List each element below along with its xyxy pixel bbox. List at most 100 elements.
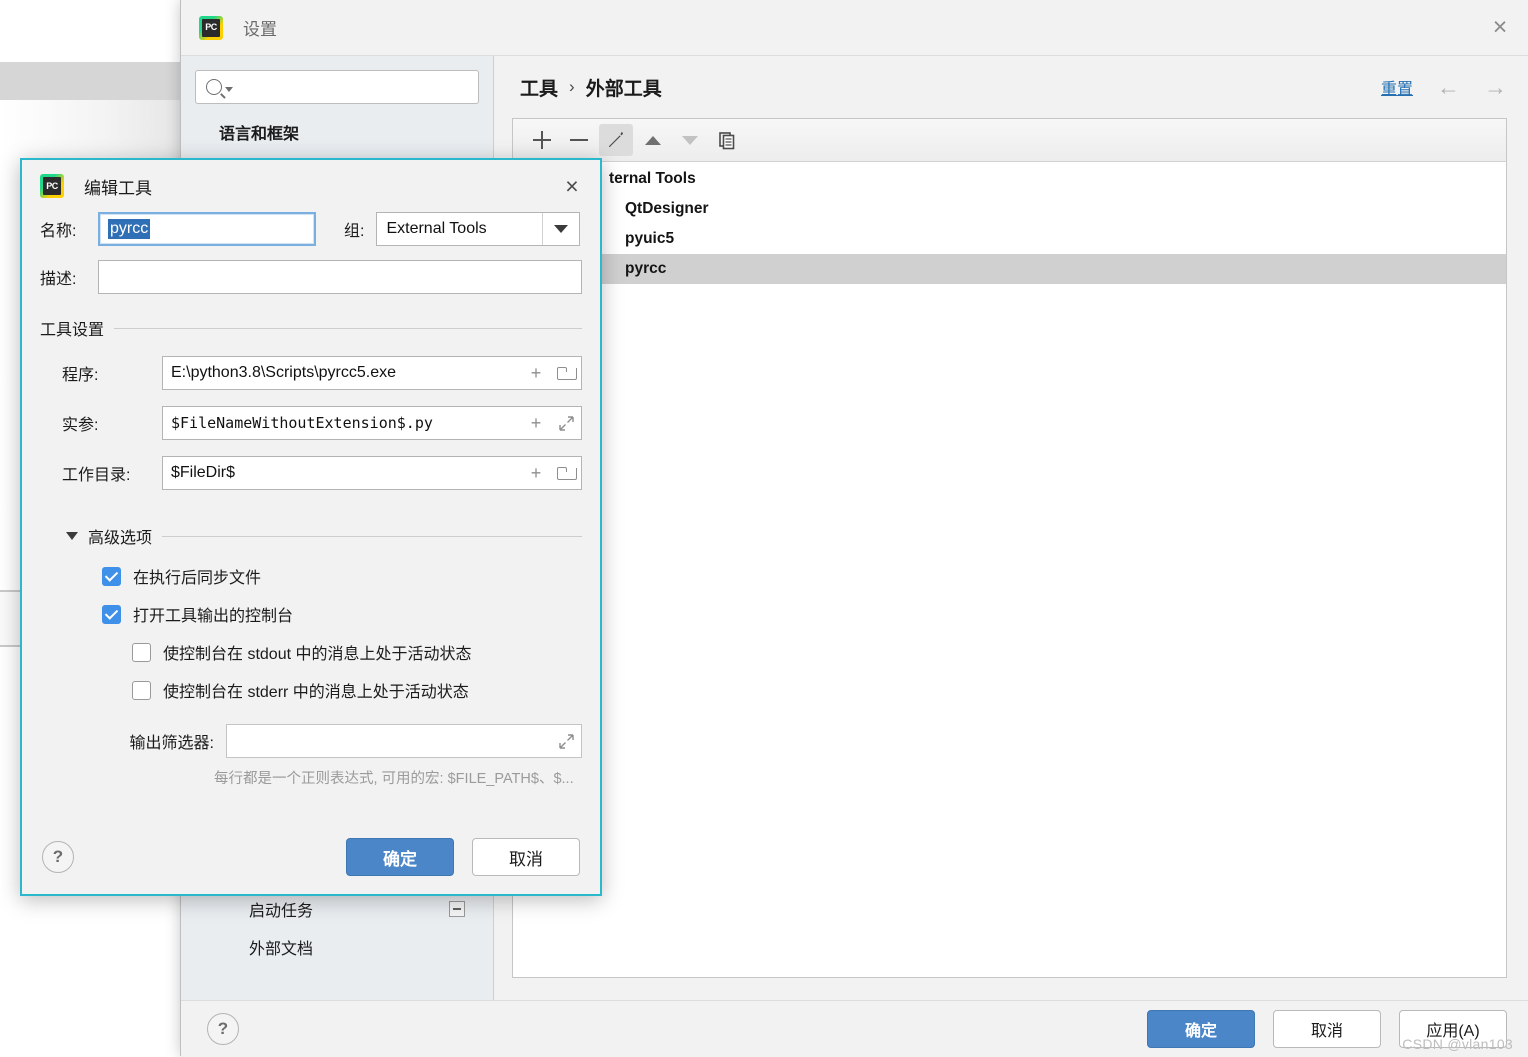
checkbox-row-open-console[interactable]: 打开工具输出的控制台 <box>40 602 582 626</box>
output-filter-row: 输出筛选器: <box>40 724 582 758</box>
minus-icon <box>570 131 588 149</box>
group-label: 组: <box>344 223 365 240</box>
ok-button[interactable]: 确定 <box>1147 1010 1255 1048</box>
working-directory-row: 工作目录: $FileDir$ + <box>40 456 582 490</box>
name-row: 名称: pyrcc 组: External Tools <box>40 212 582 246</box>
checkbox-open-console[interactable] <box>102 604 121 624</box>
checkbox-row-sync-files[interactable]: 在执行后同步文件 <box>40 564 582 588</box>
breadcrumb: 工具 › 外部工具 <box>520 74 662 101</box>
move-up-button[interactable] <box>636 124 670 156</box>
chevron-down-icon[interactable] <box>542 213 580 245</box>
working-directory-input-value: $FileDir$ <box>171 464 236 481</box>
forward-arrow-icon[interactable]: → <box>1484 75 1507 99</box>
description-input[interactable] <box>97 260 582 294</box>
breadcrumb-separator-icon: › <box>569 77 575 96</box>
advanced-group-header[interactable]: 高级选项 <box>40 524 582 548</box>
edit-tool-button[interactable] <box>599 124 633 156</box>
dialog-title: 编辑工具 <box>84 178 152 198</box>
tree-row-external-tools[interactable]: ternal Tools <box>513 164 1506 194</box>
arguments-input[interactable]: $FileNameWithoutExtension$.py + <box>162 406 582 440</box>
insert-macro-icon[interactable]: + <box>521 463 551 484</box>
breadcrumb-row: 工具 › 外部工具 重置 ← → <box>494 56 1528 118</box>
copy-icon <box>719 132 735 150</box>
program-row: 程序: E:\python3.8\Scripts\pyrcc5.exe + <box>40 356 582 390</box>
expand-editor-icon[interactable] <box>551 733 581 749</box>
triangle-down-icon <box>682 135 698 145</box>
arguments-label: 实参: <box>62 417 99 434</box>
move-down-button[interactable] <box>673 124 707 156</box>
tree-row-label: ternal Tools <box>609 170 696 187</box>
name-label: 名称: <box>40 223 77 240</box>
collapse-box-icon[interactable] <box>449 901 465 917</box>
tree-row-pyrcc[interactable]: pyrcc <box>513 254 1506 284</box>
working-directory-input[interactable]: $FileDir$ + <box>162 456 582 490</box>
output-filter-input[interactable] <box>226 724 582 758</box>
output-filter-label: 输出筛选器: <box>129 735 214 752</box>
settings-footer: ? 确定 取消 应用(A) <box>181 1000 1528 1057</box>
dialog-titlebar: PC 编辑工具 × <box>22 160 600 212</box>
settings-titlebar: PC 设置 × <box>181 0 1528 56</box>
help-icon[interactable]: ? <box>207 1013 239 1045</box>
triangle-down-icon[interactable] <box>66 532 78 540</box>
help-icon[interactable]: ? <box>42 841 74 873</box>
breadcrumb-leaf: 外部工具 <box>585 78 662 100</box>
add-tool-button[interactable] <box>525 124 559 156</box>
copy-tool-button[interactable] <box>710 124 744 156</box>
search-icon <box>206 79 222 95</box>
insert-macro-icon[interactable]: + <box>521 363 551 384</box>
edit-tool-dialog: PC 编辑工具 × 名称: pyrcc 组: External Tools 描述… <box>20 158 602 896</box>
group-divider <box>114 327 582 329</box>
checkbox-stderr-active[interactable] <box>132 680 151 700</box>
program-input[interactable]: E:\python3.8\Scripts\pyrcc5.exe + <box>162 356 582 390</box>
expand-arrows-icon <box>558 733 574 749</box>
settings-main-panel: 工具 › 外部工具 重置 ← → ternal Tools QtDesigner… <box>494 56 1528 1000</box>
tree-row-qtdesigner[interactable]: QtDesigner <box>513 194 1506 224</box>
sidebar-item-external-docs[interactable]: 外部文档 <box>181 928 493 966</box>
sidebar-item-label: 外部文档 <box>249 941 314 958</box>
tool-settings-group-header: 工具设置 <box>40 316 582 340</box>
tree-row-label: pyrcc <box>625 260 667 277</box>
plus-icon <box>533 131 551 149</box>
close-icon[interactable]: × <box>550 166 594 206</box>
pencil-icon <box>609 132 623 147</box>
group-select[interactable]: External Tools <box>376 212 581 246</box>
dialog-cancel-button[interactable]: 取消 <box>472 838 580 876</box>
browse-folder-icon[interactable] <box>551 466 581 480</box>
tree-row-pyuic5[interactable]: pyuic5 <box>513 224 1506 254</box>
dialog-body: 名称: pyrcc 组: External Tools 描述: 工具设置 程序:… <box>22 212 600 788</box>
browse-folder-icon[interactable] <box>551 366 581 380</box>
expand-arrows-icon <box>558 415 574 431</box>
watermark: CSDN @vlan103 <box>1402 1036 1513 1052</box>
dialog-ok-button[interactable]: 确定 <box>346 838 454 876</box>
name-input[interactable]: pyrcc <box>98 212 316 246</box>
remove-tool-button[interactable] <box>562 124 596 156</box>
sidebar-items: 启动任务 外部文档 <box>181 890 493 1000</box>
pycharm-logo-icon: PC <box>199 15 223 40</box>
back-arrow-icon[interactable]: ← <box>1437 75 1460 99</box>
checkbox-stdout-active[interactable] <box>132 642 151 662</box>
checkbox-label: 打开工具输出的控制台 <box>133 608 294 625</box>
name-input-value: pyrcc <box>108 219 151 239</box>
chevron-down-icon <box>225 87 233 92</box>
cancel-button[interactable]: 取消 <box>1273 1010 1381 1048</box>
insert-macro-icon[interactable]: + <box>521 413 551 434</box>
group-select-value: External Tools <box>386 220 487 237</box>
breadcrumb-root[interactable]: 工具 <box>520 74 558 101</box>
pycharm-logo-icon: PC <box>40 174 64 198</box>
close-icon[interactable]: × <box>1471 0 1528 55</box>
checkbox-row-stdout-active[interactable]: 使控制台在 stdout 中的消息上处于活动状态 <box>40 640 582 664</box>
checkbox-row-stderr-active[interactable]: 使控制台在 stderr 中的消息上处于活动状态 <box>40 678 582 702</box>
description-row: 描述: <box>40 260 582 294</box>
program-label: 程序: <box>62 367 99 384</box>
reset-link[interactable]: 重置 <box>1381 75 1413 99</box>
group-divider <box>162 535 582 537</box>
checkbox-sync-files[interactable] <box>102 566 121 586</box>
checkbox-label: 在执行后同步文件 <box>133 570 262 587</box>
search-input[interactable] <box>195 70 479 104</box>
arguments-input-value: $FileNameWithoutExtension$.py <box>171 414 433 432</box>
output-filter-hint: 每行都是一个正则表达式, 可用的宏: $FILE_PATH$、$... <box>214 771 574 787</box>
advanced-title: 高级选项 <box>88 530 153 547</box>
external-tools-panel: ternal Tools QtDesigner pyuic5 pyrcc <box>512 118 1507 978</box>
expand-editor-icon[interactable] <box>551 415 581 431</box>
checkbox-label: 使控制台在 stderr 中的消息上处于活动状态 <box>163 684 469 701</box>
